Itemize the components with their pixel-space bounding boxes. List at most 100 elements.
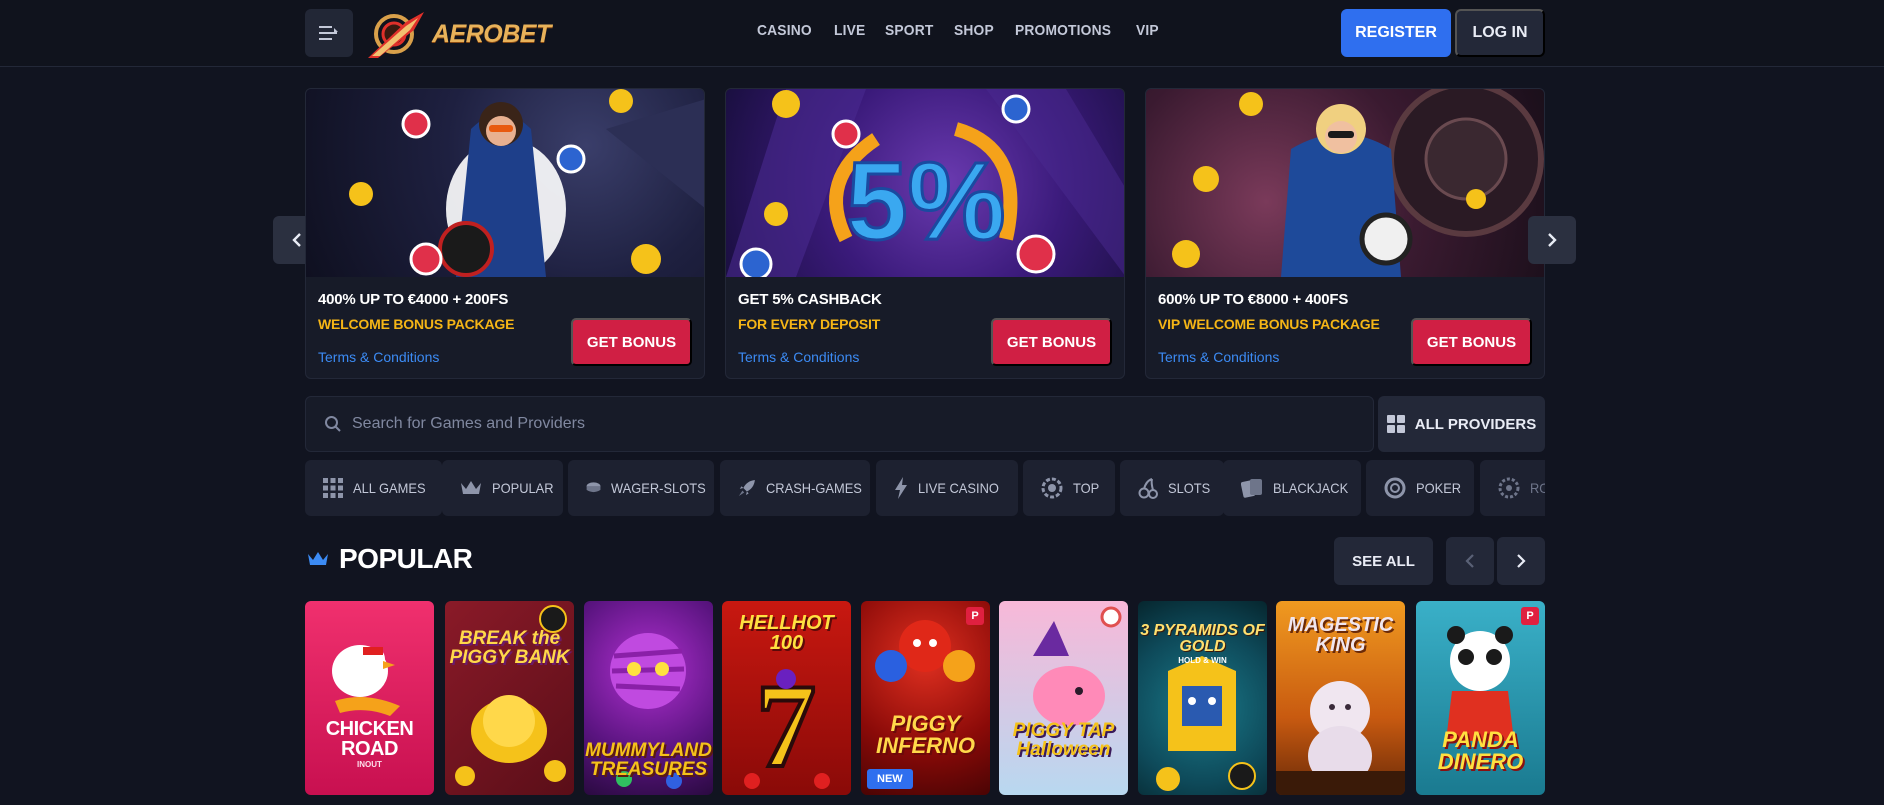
promo-card: 5% GET 5% CASHBACK FOR EVERY DEPOSIT Ter… xyxy=(725,88,1125,379)
category-label: SLOTS xyxy=(1168,480,1211,496)
category-top[interactable]: TOP xyxy=(1023,460,1115,516)
game-tile[interactable]: MAGESTIC KING xyxy=(1276,601,1405,795)
games-next-button[interactable] xyxy=(1497,537,1545,585)
category-label: CRASH-GAMES xyxy=(765,480,862,496)
game-title: CHICKEN ROAD xyxy=(325,718,414,760)
nav-casino[interactable]: CASINO xyxy=(757,22,812,39)
game-tile[interactable]: MUMMYLAND TREASURES xyxy=(584,601,713,795)
search-icon xyxy=(325,416,341,432)
search-bar xyxy=(305,396,1374,452)
logo-text: AEROBET xyxy=(432,19,551,48)
terms-link[interactable]: Terms & Conditions xyxy=(318,349,439,365)
category-label: ALL GAMES xyxy=(353,480,426,496)
roulette-icon xyxy=(1498,477,1520,499)
get-bonus-button[interactable]: GET BONUS xyxy=(991,318,1112,366)
promo-banner-image: 5% xyxy=(726,89,1124,277)
login-button[interactable]: LOG IN xyxy=(1455,9,1545,57)
nav-vip[interactable]: VIP xyxy=(1136,22,1159,39)
game-tile[interactable]: P PANDA DINERO xyxy=(1416,601,1545,795)
all-providers-label: ALL PROVIDERS xyxy=(1414,415,1537,433)
category-label: POKER xyxy=(1416,480,1462,496)
category-popular[interactable]: POPULAR xyxy=(442,460,563,516)
category-label: RO xyxy=(1530,480,1545,496)
game-tile[interactable]: PIGGY TAP Halloween xyxy=(999,601,1128,795)
category-crash-games[interactable]: CRASH-GAMES xyxy=(720,460,870,516)
promo-banner-image xyxy=(1146,89,1544,277)
provider-tag-icon: P xyxy=(1521,607,1539,625)
terms-link[interactable]: Terms & Conditions xyxy=(738,349,859,365)
game-provider: INOUT xyxy=(357,760,382,769)
promo-banner-image xyxy=(306,89,704,277)
search-input[interactable] xyxy=(352,415,1252,433)
carousel-next-button[interactable] xyxy=(1528,216,1576,264)
nav-shop[interactable]: SHOP xyxy=(954,22,994,39)
chevron-left-icon xyxy=(1465,554,1474,568)
game-title: BREAK the PIGGY BANK xyxy=(449,628,570,668)
grid-icon xyxy=(1386,415,1405,433)
terms-link[interactable]: Terms & Conditions xyxy=(1158,349,1279,365)
rocket-icon xyxy=(738,480,755,496)
nav-live[interactable]: LIVE xyxy=(834,22,865,39)
cards-icon xyxy=(1241,479,1262,498)
promo-image-text: 5% xyxy=(847,140,1006,263)
game-title: MUMMYLAND TREASURES xyxy=(585,740,712,780)
game-title: PIGGY TAP Halloween xyxy=(1012,720,1115,760)
cherry-icon xyxy=(1138,478,1158,499)
logo[interactable]: AEROBET xyxy=(366,8,551,60)
category-live-casino[interactable]: LIVE CASINO xyxy=(876,460,1018,516)
game-tile[interactable]: BREAK the PIGGY BANK xyxy=(445,601,574,795)
menu-toggle-button[interactable] xyxy=(305,9,353,57)
promo-title: GET 5% CASHBACK xyxy=(738,291,882,308)
nav-sport[interactable]: SPORT xyxy=(885,22,933,39)
promo-card: 600% UP TO €8000 + 400FS VIP WELCOME BON… xyxy=(1145,88,1545,379)
game-tile[interactable]: 3 PYRAMIDS OF GOLD HOLD & WIN xyxy=(1138,601,1267,795)
main-nav: CASINO LIVE SPORT SHOP PROMOTIONS VIP xyxy=(757,22,1178,39)
game-subtitle: HOLD & WIN xyxy=(1178,656,1227,665)
game-title: PIGGY INFERNO xyxy=(876,711,975,758)
promo-title: 600% UP TO €8000 + 400FS xyxy=(1158,291,1349,308)
category-slots[interactable]: SLOTS xyxy=(1120,460,1224,516)
get-bonus-button[interactable]: GET BONUS xyxy=(571,318,692,366)
chevron-right-icon xyxy=(1517,554,1526,568)
chevron-left-icon xyxy=(292,233,301,247)
promo-title: 400% UP TO €4000 + 200FS xyxy=(318,291,509,308)
top-bar: AEROBET CASINO LIVE SPORT SHOP PROMOTION… xyxy=(0,0,1884,67)
category-poker[interactable]: POKER xyxy=(1366,460,1474,516)
all-providers-button[interactable]: ALL PROVIDERS xyxy=(1378,396,1545,452)
game-tile[interactable]: 7 HELLHOT 100 xyxy=(722,601,851,795)
game-tile[interactable]: P PIGGY INFERNO NEW xyxy=(861,601,990,795)
category-wager-slots[interactable]: WAGER-SLOTS xyxy=(568,460,714,516)
provider-tag-icon: P xyxy=(966,607,984,625)
game-title: 3 PYRAMIDS OF GOLD xyxy=(1140,622,1265,655)
game-title: MAGESTIC KING xyxy=(1287,614,1394,656)
register-button[interactable]: REGISTER xyxy=(1341,9,1451,57)
menu-icon xyxy=(319,26,338,40)
see-all-button[interactable]: SEE ALL xyxy=(1334,537,1433,585)
promo-subtitle: FOR EVERY DEPOSIT xyxy=(738,316,881,332)
game-title: HELLHOT 100 xyxy=(739,612,834,654)
get-bonus-button[interactable]: GET BONUS xyxy=(1411,318,1532,366)
category-all-games[interactable]: ALL GAMES xyxy=(305,460,442,516)
promo-card: 400% UP TO €4000 + 200FS WELCOME BONUS P… xyxy=(305,88,705,379)
top-badge-icon xyxy=(1041,477,1063,499)
aerobet-logo-icon xyxy=(368,12,424,58)
crown-icon xyxy=(461,481,481,494)
section-title: POPULAR xyxy=(307,543,473,575)
lightning-icon xyxy=(895,477,907,499)
category-label: LIVE CASINO xyxy=(918,480,999,496)
crown-icon xyxy=(308,552,328,565)
grid-icon xyxy=(323,478,343,498)
category-label: WAGER-SLOTS xyxy=(611,480,706,496)
promo-subtitle: VIP WELCOME BONUS PACKAGE xyxy=(1158,316,1380,332)
promo-subtitle: WELCOME BONUS PACKAGE xyxy=(318,316,515,332)
category-blackjack[interactable]: BLACKJACK xyxy=(1223,460,1361,516)
section-title-text: POPULAR xyxy=(339,543,473,574)
category-bar: ALL GAMES POPULAR WAGER-SLOTS CRASH-GAME… xyxy=(305,460,1545,516)
nav-promotions[interactable]: PROMOTIONS xyxy=(1015,22,1111,39)
category-label: BLACKJACK xyxy=(1273,480,1349,496)
coin-stack-icon xyxy=(586,482,601,493)
game-tile[interactable]: CHICKEN ROAD INOUT xyxy=(305,601,434,795)
chevron-right-icon xyxy=(1548,233,1557,247)
category-roulette[interactable]: RO xyxy=(1480,460,1545,516)
games-prev-button[interactable] xyxy=(1446,537,1494,585)
